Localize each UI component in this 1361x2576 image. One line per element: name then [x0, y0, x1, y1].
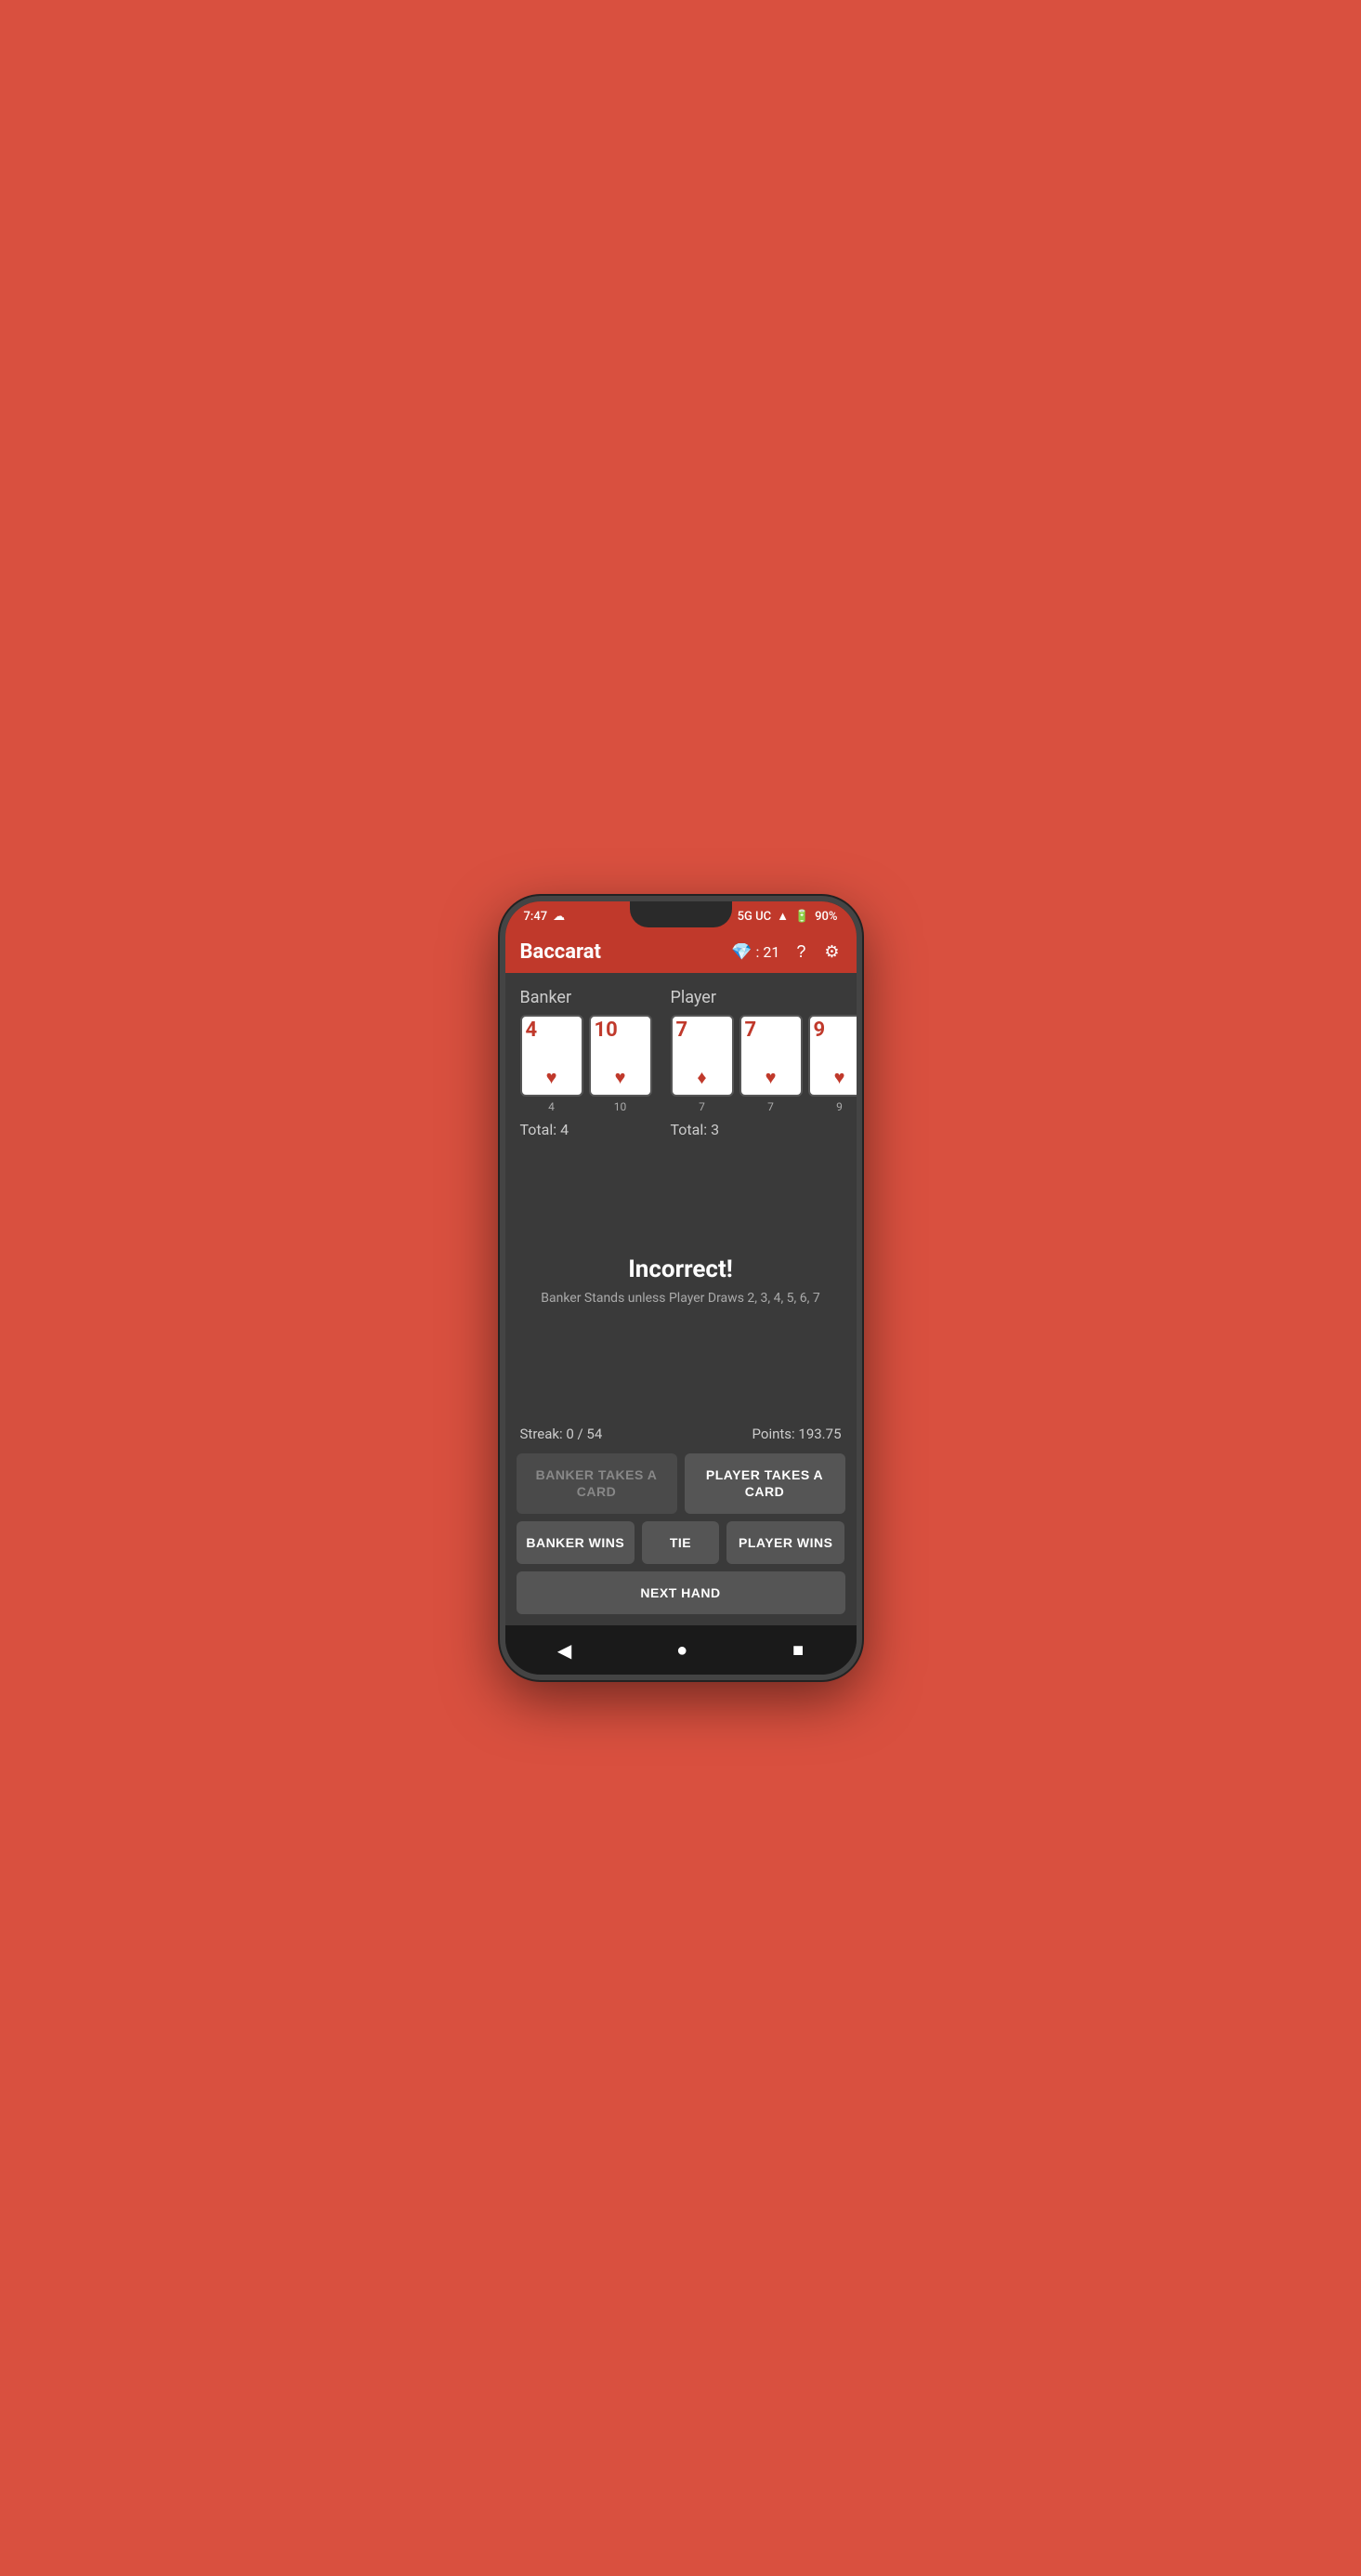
gem-icon: 💎 [731, 942, 752, 962]
streak-stat: Streak: 0 / 54 [520, 1426, 603, 1442]
mid-btn-row: BANKER WINS TIE PLAYER WINS [517, 1521, 845, 1564]
player-total: Total: 3 [671, 1121, 857, 1138]
tie-button[interactable]: TIE [642, 1521, 719, 1564]
result-area: Incorrect! Banker Stands unless Player D… [505, 1146, 857, 1414]
nav-home-button[interactable] [658, 1635, 706, 1665]
player-card-1-value: 7 [676, 1020, 688, 1041]
banker-card-1: 4 ♥ [520, 1015, 583, 1097]
nav-bar [505, 1625, 857, 1675]
player-hand: Player 7 ♦ 7 7 ♥ 7 [671, 988, 857, 1138]
player-card-1-suit: ♦ [697, 1066, 706, 1089]
gem-count: : [755, 943, 759, 961]
list-item: 7 ♦ 7 [671, 1015, 734, 1113]
main-content: Banker 4 ♥ 4 10 ♥ 10 [505, 973, 857, 1625]
cards-area: Banker 4 ♥ 4 10 ♥ 10 [505, 973, 857, 1146]
player-card-2-value: 7 [745, 1020, 757, 1041]
nav-recent-button[interactable] [774, 1635, 822, 1665]
banker-card-2-value: 10 [595, 1020, 618, 1041]
notch [630, 901, 732, 927]
settings-button[interactable]: ⚙ [822, 940, 841, 964]
banker-wins-button[interactable]: BANKER WINS [517, 1521, 635, 1564]
list-item: 9 ♥ 9 [808, 1015, 857, 1113]
top-btn-row: BANKER TAKES A CARD PLAYER TAKES A CARD [517, 1453, 845, 1513]
banker-takes-card-button[interactable]: BANKER TAKES A CARD [517, 1453, 677, 1513]
gem-value: 21 [763, 943, 779, 961]
cloud-icon: ☁ [553, 910, 565, 924]
banker-card-1-suit: ♥ [546, 1066, 557, 1089]
player-card-3-label: 9 [808, 1100, 857, 1113]
banker-total: Total: 4 [520, 1121, 652, 1138]
battery-level: 90% [815, 910, 837, 924]
banker-card-1-label: 4 [520, 1100, 583, 1113]
toolbar: Baccarat 💎 : 21 ? ⚙ [505, 931, 857, 973]
player-card-3: 9 ♥ [808, 1015, 857, 1097]
buttons-area: BANKER TAKES A CARD PLAYER TAKES A CARD … [505, 1453, 857, 1625]
result-subtitle: Banker Stands unless Player Draws 2, 3, … [541, 1291, 819, 1306]
player-takes-card-button[interactable]: PLAYER TAKES A CARD [685, 1453, 845, 1513]
player-label: Player [671, 988, 857, 1007]
player-card-3-suit: ♥ [834, 1066, 845, 1089]
player-card-1-label: 7 [671, 1100, 734, 1113]
battery-icon: 🔋 [794, 910, 809, 924]
player-card-2-suit: ♥ [766, 1066, 777, 1089]
help-button[interactable]: ? [794, 940, 807, 964]
status-time: 7:47 [524, 910, 548, 924]
player-wins-button[interactable]: PLAYER WINS [726, 1521, 845, 1564]
banker-card-1-value: 4 [526, 1020, 538, 1041]
result-title: Incorrect! [628, 1255, 733, 1283]
banker-card-2-suit: ♥ [615, 1066, 626, 1089]
phone-frame: 7:47 ☁ 5G UC ▲ 🔋 90% Baccarat 💎 : 21 ? ⚙… [500, 896, 862, 1680]
bottom-btn-row: NEXT HAND [517, 1571, 845, 1614]
banker-card-2-label: 10 [589, 1100, 652, 1113]
player-cards-row: 7 ♦ 7 7 ♥ 7 9 [671, 1015, 857, 1113]
banker-card-2: 10 ♥ [589, 1015, 652, 1097]
player-card-1: 7 ♦ [671, 1015, 734, 1097]
network-indicator: 5G UC [738, 910, 771, 924]
banker-hand: Banker 4 ♥ 4 10 ♥ 10 [520, 988, 652, 1138]
signal-icon: ▲ [777, 909, 789, 924]
player-card-3-value: 9 [814, 1020, 826, 1041]
player-card-2-label: 7 [739, 1100, 803, 1113]
list-item: 7 ♥ 7 [739, 1015, 803, 1113]
app-title: Baccarat [520, 940, 601, 964]
list-item: 10 ♥ 10 [589, 1015, 652, 1113]
list-item: 4 ♥ 4 [520, 1015, 583, 1113]
stats-row: Streak: 0 / 54 Points: 193.75 [505, 1414, 857, 1453]
points-stat: Points: 193.75 [752, 1426, 842, 1442]
next-hand-button[interactable]: NEXT HAND [517, 1571, 845, 1614]
nav-back-button[interactable] [539, 1636, 590, 1665]
gem-badge: 💎 : 21 [731, 942, 779, 962]
player-card-2: 7 ♥ [739, 1015, 803, 1097]
banker-label: Banker [520, 988, 652, 1007]
banker-cards-row: 4 ♥ 4 10 ♥ 10 [520, 1015, 652, 1113]
